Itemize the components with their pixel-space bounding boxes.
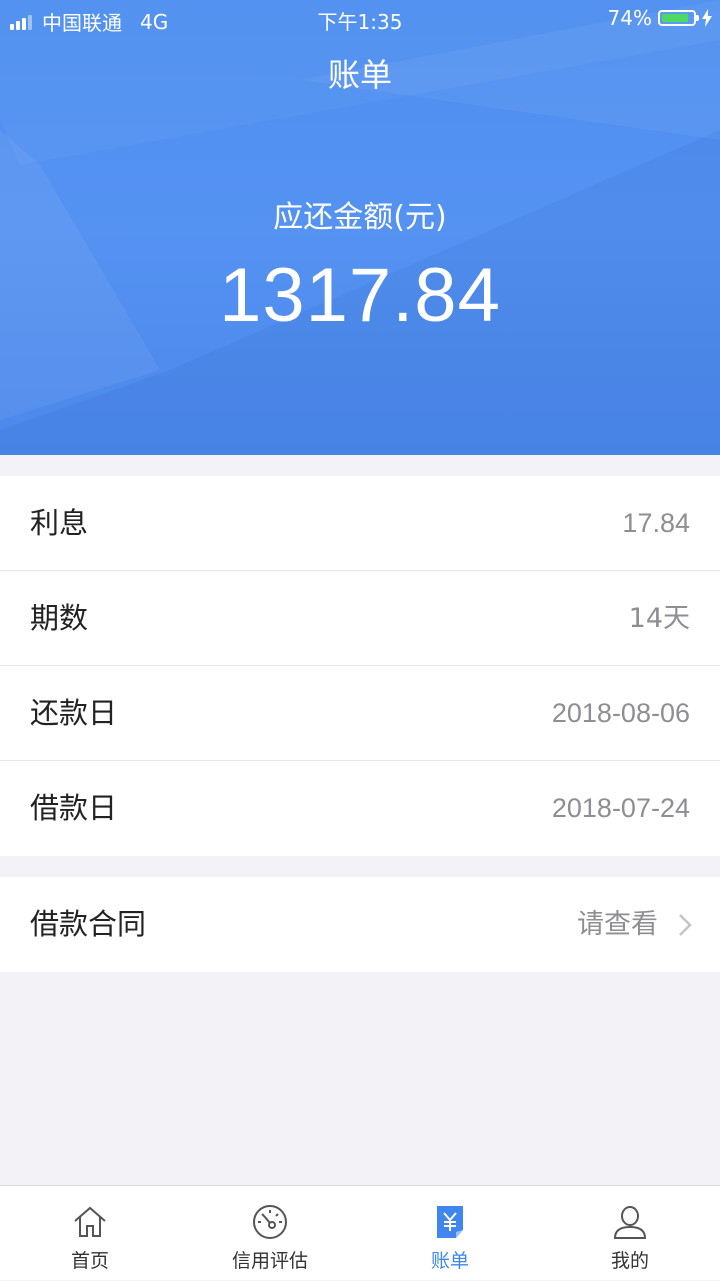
home-icon xyxy=(74,1206,106,1237)
detail-row-interest: 利息 17.84 xyxy=(0,476,720,571)
detail-label: 期数 xyxy=(30,601,89,635)
tab-label: 信用评估 xyxy=(231,1250,308,1272)
detail-label: 还款日 xyxy=(30,696,118,730)
tab-home[interactable]: 首页 xyxy=(0,1186,180,1281)
chevron-right-icon xyxy=(679,914,692,936)
detail-value: 2018-07-24 xyxy=(551,793,690,823)
tab-bill[interactable]: 账单 xyxy=(360,1186,540,1281)
detail-value: 17.84 xyxy=(622,508,690,538)
bill-details-list: 利息 17.84 期数 14天 还款日 2018-08-06 借款日 2018-… xyxy=(0,476,720,856)
bottom-tab-bar: 首页 信用评估 账单 我的 xyxy=(0,1185,720,1280)
tab-mine[interactable]: 我的 xyxy=(540,1186,720,1281)
gauge-icon xyxy=(253,1205,287,1239)
battery-percentage: 74% xyxy=(607,6,652,30)
detail-row-repayment-date: 还款日 2018-08-06 xyxy=(0,666,720,761)
tab-credit-assessment[interactable]: 信用评估 xyxy=(180,1186,360,1281)
user-icon xyxy=(613,1206,647,1239)
tab-label: 我的 xyxy=(610,1250,649,1272)
amount-due-label: 应还金额(元) xyxy=(273,200,447,235)
detail-value: 2018-08-06 xyxy=(551,698,690,728)
contract-section: 借款合同 请查看 xyxy=(0,877,720,972)
tab-label: 首页 xyxy=(70,1250,109,1272)
tab-label: 账单 xyxy=(430,1250,469,1272)
status-bar: 中国联通 4G 下午1:35 74% xyxy=(0,0,720,38)
detail-label: 利息 xyxy=(30,506,89,540)
detail-row-term: 期数 14天 xyxy=(0,571,720,666)
page-title: 账单 xyxy=(327,56,392,94)
detail-label: 借款日 xyxy=(30,791,118,825)
battery-icon xyxy=(658,10,699,26)
detail-value: 14天 xyxy=(628,603,690,634)
bill-header: 中国联通 4G 下午1:35 74% 账单 应还金额(元) 1317.84 xyxy=(0,0,720,455)
charging-icon xyxy=(702,9,712,27)
detail-row-loan-date: 借款日 2018-07-24 xyxy=(0,761,720,856)
amount-due-value: 1317.84 xyxy=(219,253,501,338)
contract-view-link[interactable]: 请查看 xyxy=(577,877,658,972)
loan-contract-row[interactable]: 借款合同 请查看 xyxy=(0,877,720,972)
contract-label: 借款合同 xyxy=(30,907,147,941)
bill-icon xyxy=(437,1206,463,1238)
